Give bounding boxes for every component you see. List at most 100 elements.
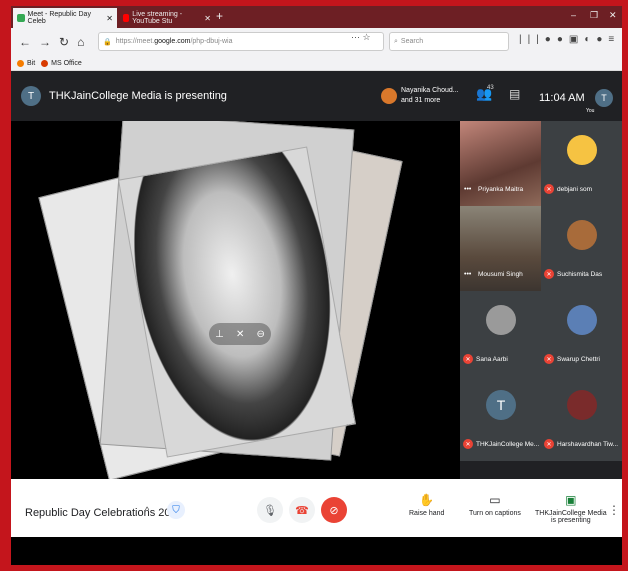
mute-icon[interactable]: ✕ [236,329,244,340]
camera-button[interactable]: ⊘ [321,497,347,523]
participant-count: 43 [487,85,494,91]
search-input[interactable]: ⌕ Search [389,32,509,51]
presenting-button[interactable]: ▣ THKJainCollege Media is presenting [535,493,607,524]
close-window-icon[interactable]: ✕ [609,10,617,21]
participant-name: Priyanka Maitra [478,186,524,193]
participant-tile[interactable]: ✕ Suchismita Das [541,206,622,291]
home-icon[interactable]: ⌂ [77,35,84,49]
browser-nav-bar: ← → ↻ ⌂ 🔒 https://meet. google.com/php-db… [11,28,622,56]
participant-tile[interactable]: T ✕ THKJainCollege Me... [460,376,541,461]
taskbar-strip [11,537,622,565]
maximize-icon[interactable]: ❐ [590,10,598,21]
camera-off-icon: ⊘ [329,504,339,517]
mic-off-icon: ✕ [544,184,554,194]
present-icon: ▣ [565,493,577,507]
browser-tab-bar: Meet - Republic Day Celeb ✕ Live streami… [11,6,622,28]
participant-name: Sana Aarbi [476,356,508,363]
minimize-icon[interactable]: – [571,10,576,20]
reload-icon[interactable]: ↻ [59,35,69,49]
close-tab-icon[interactable]: ✕ [106,14,113,23]
tab-meet[interactable]: Meet - Republic Day Celeb ✕ [13,8,117,28]
pinned-more: and 31 more [401,97,441,104]
forward-icon[interactable]: → [39,35,51,49]
participant-tile[interactable]: ••• Priyanka Maitra [460,121,541,206]
tab-label: Live streaming - YouTube Stu [132,11,183,25]
participant-avatar [567,305,597,335]
pinned-name: Nayanika Choud... [401,87,459,94]
tab-youtube[interactable]: Live streaming - YouTube Stu ✕ [119,8,215,28]
meet-favicon-icon [17,14,25,22]
chevron-up-icon[interactable]: ^ [145,505,149,515]
captions-button[interactable]: ▭ Turn on captions [469,493,521,517]
participant-name: Harshavardhan Tiw... [557,441,619,448]
participant-name: Suchismita Das [557,271,603,278]
presenter-avatar: T [21,86,41,106]
participant-tile[interactable]: ••• Mousumi Singh [460,206,541,291]
bookmark-bit[interactable]: Bit [17,59,36,67]
url-bar[interactable]: 🔒 https://meet. google.com/php-dbuj-wia [98,32,384,51]
meeting-title[interactable]: Republic Day Celebrations 2021 [25,507,183,519]
pinned-participant-info[interactable]: Nayanika Choud... and 31 more [401,86,459,106]
bookmark-ms-office[interactable]: MS Office [41,59,82,67]
presentation-hover-controls: ⊥ ✕ ⊖ [209,323,271,345]
toolbar-extensions-icon[interactable]: |||●●▣◐●≡ [519,34,620,45]
mic-off-icon: ✕ [463,354,473,364]
participant-tile[interactable]: ✕ debjani som [541,121,622,206]
search-icon: ⌕ [394,37,398,45]
raise-hand-label: Raise hand [409,510,445,517]
tab-label: Meet - Republic Day Celeb [27,11,91,25]
close-tab-icon[interactable]: ✕ [204,14,211,23]
more-options-icon[interactable]: ••• [464,271,471,278]
participant-tile[interactable]: ✕ Sana Aarbi [460,291,541,376]
presentation-stage: ⊥ ✕ ⊖ [11,121,460,482]
participant-avatar [567,220,597,250]
participant-grid: ••• Priyanka Maitra ✕ debjani som ••• Mo… [460,121,622,479]
participant-avatar [567,135,597,165]
participant-avatar: T [486,390,516,420]
bookmark-label: Bit [27,59,36,67]
participant-name: Mousumi Singh [478,271,523,278]
hand-icon: ✋ [419,493,435,507]
back-icon[interactable]: ← [19,35,31,49]
remove-icon[interactable]: ⊖ [257,329,265,340]
new-tab-icon[interactable]: + [216,9,223,23]
pin-icon[interactable]: ⊥ [215,329,224,340]
clock-time: 11:04 AM [539,92,585,104]
mic-off-icon: ✕ [544,439,554,449]
pinned-participant-avatar[interactable] [381,88,397,104]
page-actions-icon[interactable]: ··· ☆ [351,32,371,43]
mic-icon: 🎙 [263,504,277,517]
end-call-button[interactable]: ☎ [289,497,315,523]
mic-button[interactable]: 🎙 [257,497,283,523]
more-options-icon[interactable]: ••• [464,186,471,193]
participant-video [460,121,541,206]
participant-name: THKJainCollege Me... [476,441,540,448]
office-icon [41,59,49,67]
more-options-icon[interactable]: ⋮ [608,503,620,517]
shield-icon[interactable]: ⛉ [167,501,185,519]
presenting-label-1: THKJainCollege Media [535,510,607,517]
participant-tile[interactable]: ✕ Swarup Chettri [541,291,622,376]
youtube-favicon-icon [123,14,130,22]
chat-icon[interactable]: ▤ [509,87,520,101]
bit-icon [17,59,24,67]
raise-hand-button[interactable]: ✋ Raise hand [409,493,444,517]
bookmarks-bar: Bit MS Office [11,56,622,71]
captions-label: Turn on captions [469,510,521,517]
presenting-label-2: is presenting [550,517,591,524]
self-avatar[interactable]: T [595,89,613,107]
mic-off-icon: ✕ [544,269,554,279]
presenter-title: THKJainCollege Media is presenting [49,90,227,102]
url-host: google.com [154,38,191,45]
participant-video [460,206,541,291]
hang-up-icon: ☎ [295,504,309,517]
mic-off-icon: ✕ [463,439,473,449]
captions-icon: ▭ [489,493,501,507]
participant-avatar [567,390,597,420]
participant-avatar [486,305,516,335]
search-placeholder: Search [400,38,424,45]
participant-name: Swarup Chettri [557,356,600,363]
url-prefix: https://meet. [115,38,155,45]
participant-tile[interactable]: ✕ Harshavardhan Tiw... [541,376,622,461]
mic-off-icon: ✕ [544,354,554,364]
